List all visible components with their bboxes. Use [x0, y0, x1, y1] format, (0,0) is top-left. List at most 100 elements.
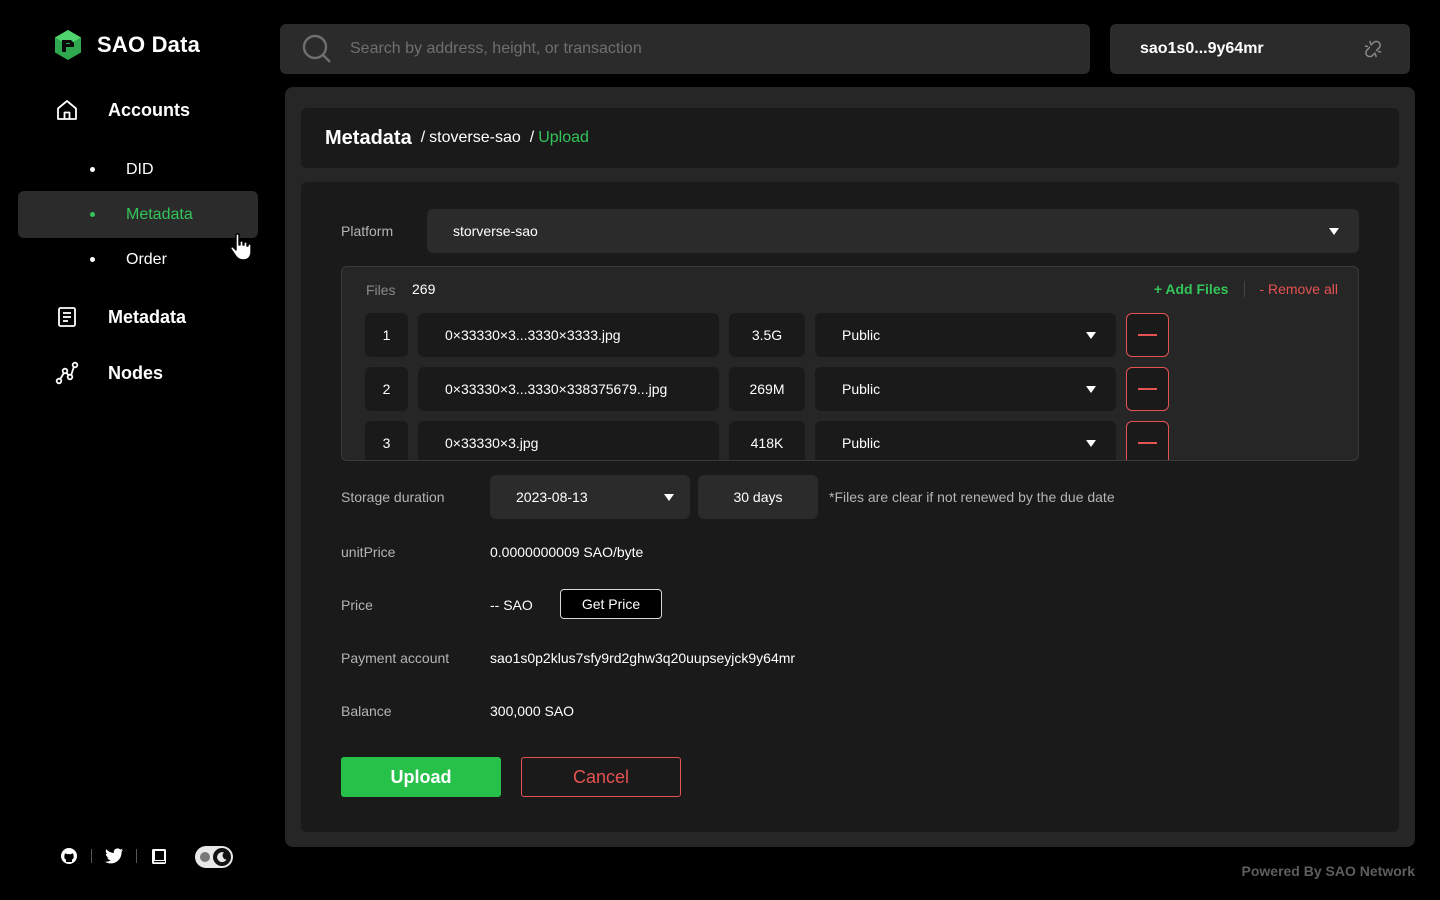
main-panel: Metadata / stoverse-sao / Upload Platfor…: [285, 87, 1415, 847]
page-title: Metadata: [325, 126, 412, 149]
caret-down-icon: [1086, 331, 1096, 339]
due-date-value: 2023-08-13: [516, 489, 588, 505]
theme-toggle[interactable]: [195, 846, 233, 868]
divider: [91, 849, 92, 863]
unit-price-value: 0.0000000009 SAO/byte: [490, 544, 644, 560]
file-name: 0×33330×3...3330×338375679...jpg: [418, 367, 719, 411]
twitter-icon[interactable]: [103, 845, 125, 867]
get-price-button[interactable]: Get Price: [560, 589, 662, 619]
remove-all-button[interactable]: - Remove all: [1259, 281, 1338, 297]
nav-accounts[interactable]: Accounts: [54, 97, 190, 123]
file-row: 1 0×33330×3...3330×3333.jpg 3.5G Public: [365, 313, 1171, 357]
moon-icon: [213, 848, 231, 866]
duration-days: 30 days: [698, 475, 818, 519]
powered-by: Powered By SAO Network: [1241, 863, 1416, 879]
minus-icon: [1138, 388, 1157, 390]
platform-select[interactable]: storverse-sao: [427, 209, 1359, 253]
search-input[interactable]: [350, 40, 1050, 58]
nodes-icon: [54, 360, 80, 386]
file-name: 0×33330×3...3330×3333.jpg: [418, 313, 719, 357]
balance-label: Balance: [341, 703, 392, 719]
minus-icon: [1138, 442, 1157, 444]
divider: [136, 849, 137, 863]
brand-logo[interactable]: SAO Data: [52, 29, 200, 61]
file-index: 2: [365, 367, 408, 411]
upload-form: Platform storverse-sao Files 269 + Add F…: [301, 182, 1399, 832]
file-row: 3 0×33330×3.jpg 418K Public: [365, 421, 1171, 460]
sidebar-item-label: DID: [126, 160, 154, 178]
sidebar-item-did[interactable]: DID: [18, 146, 258, 193]
unit-price-label: unitPrice: [341, 544, 396, 560]
cancel-button[interactable]: Cancel: [521, 757, 681, 797]
sun-icon: [200, 852, 210, 862]
file-name: 0×33330×3.jpg: [418, 421, 719, 460]
sidebar-item-metadata[interactable]: Metadata: [18, 191, 258, 238]
social-links: [58, 845, 170, 867]
price-label: Price: [341, 597, 373, 613]
files-actions: + Add Files - Remove all: [1154, 281, 1338, 297]
file-index: 3: [365, 421, 408, 460]
file-size: 269M: [729, 367, 805, 411]
github-icon[interactable]: [58, 845, 80, 867]
breadcrumb-item-platform[interactable]: stoverse-sao: [429, 129, 521, 147]
price-value: -- SAO: [490, 597, 533, 613]
hand-cursor-icon: [230, 233, 252, 261]
files-count: 269: [412, 281, 436, 297]
caret-down-icon: [1086, 439, 1096, 447]
breadcrumb-item-upload: Upload: [538, 129, 589, 146]
sidebar-item-order[interactable]: Order: [18, 236, 258, 283]
storage-duration-label: Storage duration: [341, 489, 445, 505]
sidebar-item-label: Order: [126, 250, 167, 268]
files-label: Files: [366, 282, 396, 298]
sao-logo-icon: [55, 30, 81, 60]
nav-accounts-label: Accounts: [108, 99, 191, 120]
payment-account-label: Payment account: [341, 650, 450, 666]
bullet-dot: [90, 212, 95, 217]
caret-down-icon: [1329, 227, 1339, 235]
upload-button[interactable]: Upload: [341, 757, 501, 797]
brand-name: SAO Data: [97, 32, 201, 57]
platform-value: storverse-sao: [453, 223, 538, 239]
file-row: 2 0×33330×3...3330×338375679...jpg 269M …: [365, 367, 1171, 411]
unlink-icon[interactable]: [1364, 40, 1382, 58]
nav-metadata-label: Metadata: [108, 306, 187, 327]
file-index: 1: [365, 313, 408, 357]
add-files-button[interactable]: + Add Files: [1154, 281, 1229, 297]
remove-file-button[interactable]: [1126, 313, 1169, 357]
payment-account-value: sao1s0p2klus7sfy9rd2ghw3q20uupseyjck9y64…: [490, 650, 796, 666]
file-permission-select[interactable]: Public: [815, 421, 1116, 460]
platform-label: Platform: [341, 223, 394, 239]
bullet-dot: [90, 167, 95, 172]
file-size: 418K: [729, 421, 805, 460]
book-icon[interactable]: [148, 845, 170, 867]
minus-icon: [1138, 334, 1157, 336]
wallet-button[interactable]: sao1s0...9y64mr: [1110, 24, 1410, 74]
permission-value: Public: [842, 381, 881, 397]
sidebar-item-label: Metadata: [126, 205, 193, 223]
file-permission-select[interactable]: Public: [815, 367, 1116, 411]
document-icon: [54, 304, 80, 330]
nav-metadata[interactable]: Metadata: [54, 304, 186, 330]
nav-nodes-label: Nodes: [108, 362, 164, 383]
breadcrumb: Metadata / stoverse-sao / Upload: [301, 108, 1399, 168]
file-size: 3.5G: [729, 313, 805, 357]
wallet-address: sao1s0...9y64mr: [1140, 40, 1264, 57]
permission-value: Public: [842, 327, 881, 343]
nav-nodes[interactable]: Nodes: [54, 360, 163, 386]
renewal-note: *Files are clear if not renewed by the d…: [829, 489, 1115, 505]
home-icon: [54, 97, 80, 123]
search-bar[interactable]: [280, 24, 1090, 74]
breadcrumb-separator: /: [529, 129, 535, 146]
caret-down-icon: [664, 493, 674, 501]
search-icon: [302, 34, 331, 63]
balance-value: 300,000 SAO: [490, 703, 575, 719]
caret-down-icon: [1086, 385, 1096, 393]
breadcrumb-separator: /: [420, 129, 426, 146]
due-date-select[interactable]: 2023-08-13: [490, 475, 690, 519]
remove-file-button[interactable]: [1126, 367, 1169, 411]
divider: [1244, 281, 1246, 297]
remove-file-button[interactable]: [1126, 421, 1169, 460]
bullet-dot: [90, 257, 95, 262]
file-permission-select[interactable]: Public: [815, 313, 1116, 357]
permission-value: Public: [842, 435, 881, 451]
